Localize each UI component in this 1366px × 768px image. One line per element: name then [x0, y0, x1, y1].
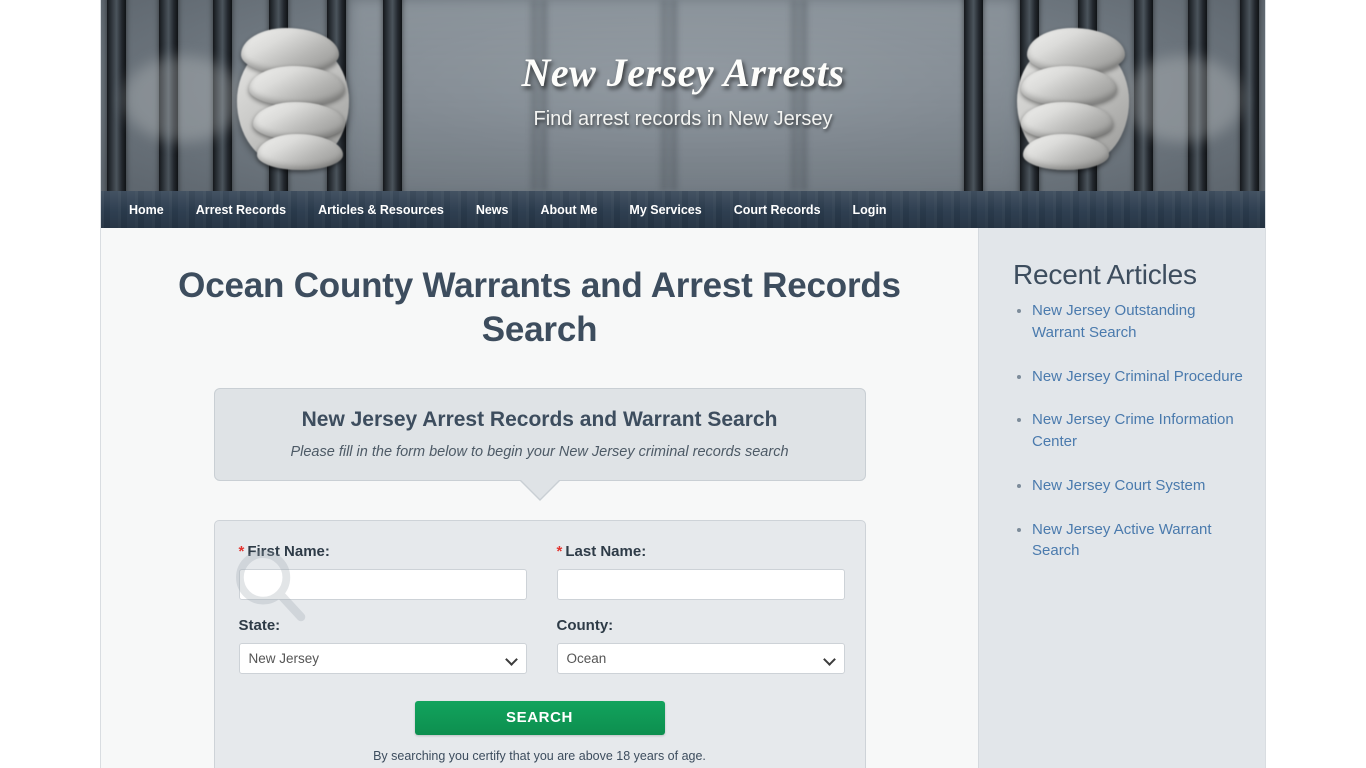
- location-fields-row: State: New Jersey County: Ocean: [238, 616, 845, 674]
- body-columns: Ocean County Warrants and Arrest Records…: [101, 228, 1265, 768]
- last-name-field-group: * Last Name:: [556, 543, 845, 600]
- sidebar: Recent Articles New Jersey Outstanding W…: [978, 228, 1265, 768]
- first-name-input[interactable]: [238, 568, 527, 600]
- content-wrapper: New Jersey Arrests Find arrest records i…: [100, 0, 1266, 768]
- search-button[interactable]: SEARCH: [414, 700, 665, 735]
- submit-row: SEARCH: [239, 700, 841, 735]
- article-link-court-system[interactable]: New Jersey Court System: [1032, 477, 1205, 494]
- first-name-label-text: First Name:: [247, 542, 330, 560]
- nav-item-login[interactable]: Login: [837, 193, 903, 227]
- page-root: New Jersey Arrests Find arrest records i…: [0, 0, 1366, 768]
- last-name-label: * Last Name:: [557, 543, 845, 560]
- callout-title: New Jersey Arrest Records and Warrant Se…: [301, 407, 778, 431]
- list-item: New Jersey Crime Information Center: [1032, 409, 1243, 453]
- main-content: Ocean County Warrants and Arrest Records…: [101, 228, 978, 768]
- nav-item-court-records[interactable]: Court Records: [718, 193, 837, 227]
- search-callout-wrapper: New Jersey Arrest Records and Warrant Se…: [213, 387, 866, 501]
- article-link-crime-information-center[interactable]: New Jersey Crime Information Center: [1032, 411, 1234, 450]
- age-disclaimer: By searching you certify that you are ab…: [373, 748, 706, 763]
- state-label: State:: [238, 616, 281, 634]
- site-banner: New Jersey Arrests Find arrest records i…: [101, 0, 1265, 191]
- list-item: New Jersey Outstanding Warrant Search: [1032, 300, 1243, 344]
- name-fields-row: * First Name: * Last Name:: [238, 543, 845, 600]
- required-asterisk: *: [556, 542, 563, 560]
- nav-item-arrest-records[interactable]: Arrest Records: [180, 193, 302, 227]
- article-link-active-warrant-search[interactable]: New Jersey Active Warrant Search: [1032, 521, 1212, 560]
- arrest-search-form: * First Name: * Last Name: State: New Je…: [213, 519, 866, 768]
- nav-item-my-services[interactable]: My Services: [613, 193, 717, 227]
- article-link-criminal-procedure[interactable]: New Jersey Criminal Procedure: [1032, 368, 1243, 385]
- county-select-wrapper: Ocean: [556, 642, 845, 674]
- sidebar-title: Recent Articles: [1013, 259, 1197, 290]
- recent-articles-list: New Jersey Outstanding Warrant Search Ne…: [1013, 300, 1243, 562]
- state-select-wrapper: New Jersey: [238, 642, 527, 674]
- site-title: New Jersey Arrests: [521, 50, 845, 95]
- callout-pointer: [520, 479, 559, 499]
- callout-subtitle: Please fill in the form below to begin y…: [290, 443, 789, 460]
- state-select[interactable]: New Jersey: [238, 642, 527, 674]
- first-name-label: * First Name:: [239, 543, 527, 560]
- article-link-outstanding-warrant-search[interactable]: New Jersey Outstanding Warrant Search: [1032, 302, 1195, 341]
- main-navigation: Home Arrest Records Articles & Resources…: [101, 191, 1265, 228]
- last-name-label-text: Last Name:: [565, 542, 647, 560]
- nav-item-articles-resources[interactable]: Articles & Resources: [302, 193, 460, 227]
- page-title: Ocean County Warrants and Arrest Records…: [178, 266, 901, 349]
- nav-item-home[interactable]: Home: [113, 193, 180, 227]
- banner-text-block: New Jersey Arrests Find arrest records i…: [101, 52, 1265, 131]
- state-field-group: State: New Jersey: [238, 616, 527, 674]
- required-asterisk: *: [238, 542, 245, 560]
- site-tagline: Find arrest records in New Jersey: [533, 108, 833, 130]
- list-item: New Jersey Active Warrant Search: [1032, 519, 1243, 563]
- county-label: County:: [556, 616, 614, 634]
- first-name-field-group: * First Name:: [238, 543, 527, 600]
- nav-item-about-me[interactable]: About Me: [524, 193, 613, 227]
- nav-item-news[interactable]: News: [460, 193, 525, 227]
- list-item: New Jersey Court System: [1032, 475, 1243, 497]
- last-name-input[interactable]: [556, 568, 845, 600]
- county-select[interactable]: Ocean: [556, 642, 845, 674]
- county-field-group: County: Ocean: [556, 616, 845, 674]
- list-item: New Jersey Criminal Procedure: [1032, 366, 1243, 388]
- search-callout: New Jersey Arrest Records and Warrant Se…: [213, 387, 866, 481]
